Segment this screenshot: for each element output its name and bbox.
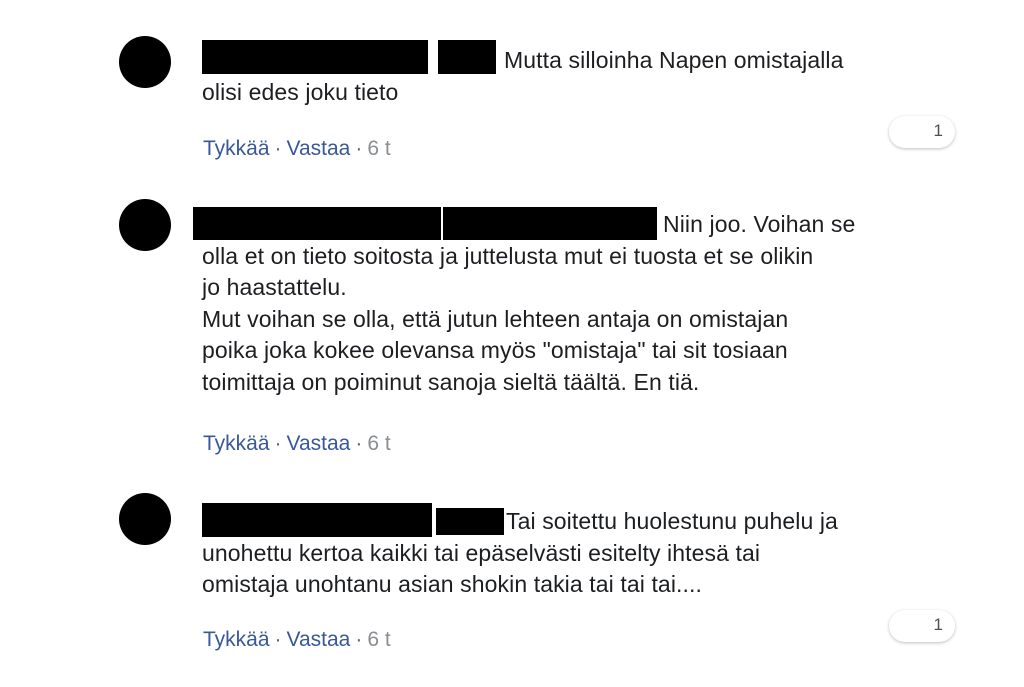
timestamp[interactable]: 6 t: [367, 432, 390, 455]
comment-body: Niin joo. Voihan se olla et on tieto soi…: [193, 207, 937, 398]
redacted-author-name[interactable]: [193, 207, 441, 240]
separator: ·: [274, 137, 282, 160]
reaction-count: 1: [933, 121, 943, 140]
reaction-count: 1: [933, 615, 943, 634]
comment-line: Mut voihan se olla, että jutun lehteen a…: [202, 305, 789, 332]
reply-link[interactable]: Vastaa: [287, 628, 351, 651]
reply-link[interactable]: Vastaa: [287, 432, 351, 455]
comment-text: Tai soitettu huolestunu puhelu ja: [506, 508, 838, 534]
comment-line: Mutta silloinha Napen omistajalla: [202, 40, 937, 77]
reaction-count-badge[interactable]: 1: [889, 116, 955, 148]
separator: ·: [355, 137, 363, 160]
separator: ·: [274, 628, 282, 651]
like-link[interactable]: Tykkää: [203, 432, 270, 455]
comment-line: omistaja unohtanu asian shokin takia tai…: [202, 571, 702, 597]
separator: ·: [355, 432, 363, 455]
comment-line: poika joka kokee olevansa myös "omistaja…: [202, 337, 788, 363]
comment-line: olla et on tieto soitosta ja juttelusta …: [202, 242, 814, 269]
like-link[interactable]: Tykkää: [203, 137, 270, 160]
comment-line: Tai soitettu huolestunu puhelu ja: [202, 503, 937, 538]
comment-text: Mutta silloinha Napen omistajalla: [504, 47, 844, 73]
separator: ·: [355, 628, 363, 651]
avatar[interactable]: [119, 493, 171, 545]
reaction-count-badge[interactable]: 1: [889, 610, 955, 642]
comment-actions: Tykkää · Vastaa · 6 t: [203, 137, 391, 161]
comment-body: Mutta silloinha Napen omistajalla olisi …: [202, 40, 937, 108]
timestamp[interactable]: 6 t: [367, 628, 390, 651]
comment-line: unohettu kertoa kaikki tai epäselvästi e…: [202, 539, 761, 566]
comment-line: olisi edes joku tieto: [202, 78, 399, 105]
comment-line: Niin joo. Voihan se: [193, 207, 937, 241]
comment-body: Tai soitettu huolestunu puhelu ja unohet…: [202, 503, 937, 601]
reply-link[interactable]: Vastaa: [287, 137, 351, 160]
comment-actions: Tykkää · Vastaa · 6 t: [203, 628, 391, 652]
redacted-tag: [438, 40, 496, 74]
timestamp[interactable]: 6 t: [367, 137, 390, 160]
comment-line: jo haastattelu.: [202, 274, 347, 300]
redacted-tag: [443, 207, 657, 240]
comment-line: toimittaja on poiminut sanoja sieltä tää…: [202, 368, 700, 395]
like-link[interactable]: Tykkää: [203, 628, 270, 651]
avatar[interactable]: [119, 199, 171, 251]
comment-text: Niin joo. Voihan se: [663, 211, 856, 237]
avatar[interactable]: [119, 36, 171, 88]
redacted-author-name[interactable]: [202, 503, 432, 537]
comment-thread: Mutta silloinha Napen omistajalla olisi …: [0, 0, 1024, 687]
redacted-tag: [436, 508, 504, 535]
redacted-author-name[interactable]: [202, 40, 428, 74]
comment-actions: Tykkää · Vastaa · 6 t: [203, 432, 391, 456]
separator: ·: [274, 432, 282, 455]
